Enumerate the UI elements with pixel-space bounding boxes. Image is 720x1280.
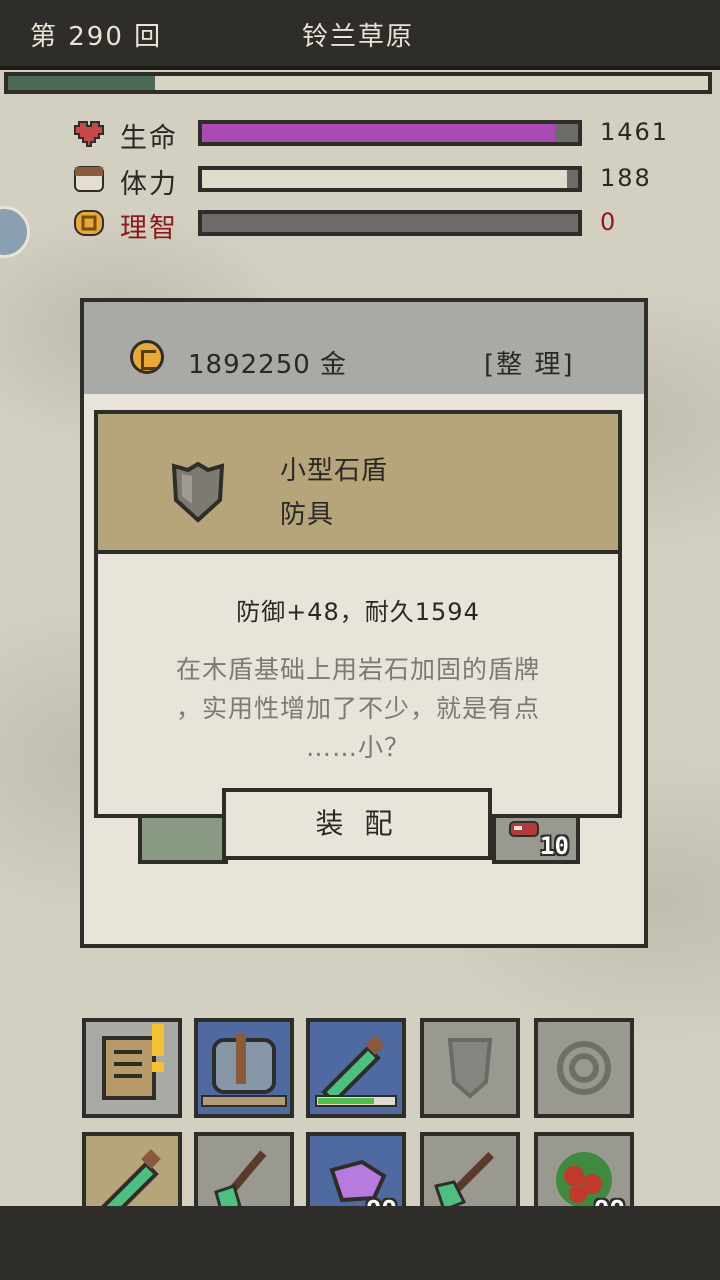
item-description-line: ，实用性增加了不少，就是有点 [175, 694, 540, 723]
item-description-line: 在木盾基础上用岩石加固的盾牌 [175, 655, 540, 684]
scroll-icon [102, 1036, 156, 1100]
item-detail-popup: 小型石盾 防具 防御+48，耐久1594 在木盾基础上用岩石加固的盾牌 ，实用性… [94, 410, 622, 818]
equip-button[interactable]: 装 配 [222, 788, 492, 860]
shield-slot-icon [447, 1038, 493, 1099]
bag-slot-count: 10 [540, 832, 569, 860]
sanity-icon [74, 210, 104, 236]
journey-progress-bar [4, 72, 712, 94]
stat-stamina: 体力 188 [72, 162, 672, 200]
bottom-bar [0, 1206, 720, 1280]
stat-stamina-fill [202, 170, 567, 188]
stat-sanity-value: 0 [600, 208, 618, 236]
stat-hp-value: 1461 [600, 118, 670, 146]
weapon-slot[interactable] [306, 1018, 406, 1118]
item-header: 小型石盾 防具 [98, 414, 618, 554]
stat-stamina-value: 188 [600, 164, 652, 192]
ring-slot[interactable] [534, 1018, 634, 1118]
shield-slot[interactable] [420, 1018, 520, 1118]
stat-hp-label: 生命 [120, 123, 178, 154]
backpack-icon [201, 1034, 287, 1107]
quest-scroll-slot[interactable] [82, 1018, 182, 1118]
item-description: 在木盾基础上用岩石加固的盾牌 ，实用性增加了不少，就是有点 ……小？ [128, 650, 588, 767]
item-type: 防具 [280, 500, 335, 530]
stat-hp-fill [202, 124, 556, 142]
stone-shield-icon [171, 461, 225, 523]
stat-sanity-label: 理智 [120, 213, 178, 244]
alert-icon [152, 1024, 164, 1072]
backpack-slot[interactable] [194, 1018, 294, 1118]
stat-hp: 生命 1461 [72, 116, 672, 154]
stamina-icon [74, 166, 104, 192]
item-name: 小型石盾 [280, 456, 389, 486]
meat-icon [509, 821, 539, 837]
location-name: 铃兰草原 [302, 22, 415, 52]
sword-icon [315, 1035, 397, 1107]
gold-coin-icon [130, 340, 164, 374]
stat-stamina-label: 体力 [120, 169, 178, 200]
bag-header: 1892250 金 [整 理] [84, 302, 644, 394]
stat-sanity: 理智 0 [72, 206, 672, 244]
item-description-line: ……小？ [305, 733, 410, 762]
ring-slot-icon [557, 1041, 611, 1095]
sort-button[interactable]: [整 理] [484, 344, 575, 381]
heart-icon [74, 121, 104, 147]
turn-counter: 第 290 回 [30, 22, 163, 52]
item-stats: 防御+48，耐久1594 [236, 598, 480, 626]
journey-progress-fill [8, 76, 155, 90]
top-bar: 第 290 回 铃兰草原 [0, 0, 720, 70]
gold-amount: 1892250 金 [188, 350, 348, 380]
